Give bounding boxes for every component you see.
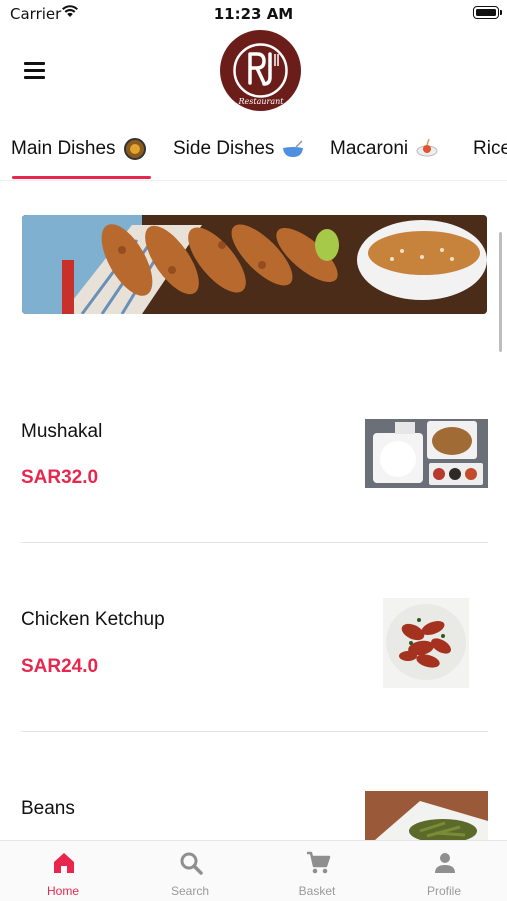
- menu-item-chicken-ketchup[interactable]: Chicken Ketchup SAR24.0: [21, 595, 488, 695]
- tab-label: Rice: [473, 138, 507, 159]
- nav-basket[interactable]: Basket: [254, 841, 380, 901]
- clock: 11:23 AM: [213, 5, 294, 23]
- item-name: Beans: [21, 798, 75, 819]
- tab-label: Side Dishes: [173, 138, 275, 159]
- battery-icon: [473, 6, 502, 19]
- mushakal-image: [365, 419, 488, 488]
- restaurant-logo: Restaurant: [220, 30, 301, 111]
- tab-macaroni[interactable]: Macaroni: [330, 138, 438, 160]
- category-tabs: Main Dishes Side Dishes Macaroni Rice: [0, 128, 507, 180]
- tab-label: Macaroni: [330, 138, 409, 159]
- menu-item-beans[interactable]: Beans: [21, 785, 488, 840]
- promo-banner[interactable]: [22, 215, 487, 314]
- nav-label: Home: [46, 884, 79, 898]
- status-bar: Carrier 11:23 AM: [0, 0, 507, 28]
- bottom-navigation: Home Search Basket Profile: [0, 840, 507, 901]
- nav-label: Search: [170, 884, 210, 898]
- search-icon: [180, 852, 203, 875]
- logo-emblem: Restaurant: [233, 43, 288, 106]
- chicken-ketchup-image: [383, 598, 469, 688]
- scroll-indicator[interactable]: [499, 232, 502, 352]
- kebab-banner-image: [22, 215, 487, 314]
- tab-main-dishes[interactable]: Main Dishes: [11, 138, 146, 160]
- item-price: SAR24.0: [21, 656, 99, 677]
- nav-label: Profile: [426, 884, 461, 898]
- nav-search[interactable]: Search: [127, 841, 253, 901]
- paella-icon: [123, 138, 146, 160]
- cart-icon: [307, 851, 331, 874]
- hamburger-menu-button[interactable]: [22, 60, 48, 82]
- svg-text:Restaurant: Restaurant: [238, 97, 285, 106]
- item-name: Mushakal: [21, 421, 103, 442]
- menu-item-mushakal[interactable]: Mushakal SAR32.0: [21, 405, 488, 505]
- active-tab-indicator: [12, 176, 151, 179]
- person-icon: [435, 853, 455, 873]
- home-icon: [54, 853, 74, 873]
- tabs-divider: [0, 180, 507, 181]
- item-divider: [21, 542, 488, 543]
- pasta-icon: [416, 138, 438, 160]
- nav-profile[interactable]: Profile: [381, 841, 507, 901]
- bowl-icon: [282, 138, 304, 160]
- nav-label: Basket: [298, 884, 336, 898]
- beans-image: [365, 791, 488, 840]
- item-price: SAR32.0: [21, 467, 99, 488]
- tab-side-dishes[interactable]: Side Dishes: [173, 138, 304, 160]
- item-name: Chicken Ketchup: [21, 609, 165, 630]
- item-divider: [21, 731, 488, 732]
- tab-label: Main Dishes: [11, 138, 116, 159]
- nav-home[interactable]: Home: [0, 841, 126, 901]
- tab-rice[interactable]: Rice: [473, 138, 507, 160]
